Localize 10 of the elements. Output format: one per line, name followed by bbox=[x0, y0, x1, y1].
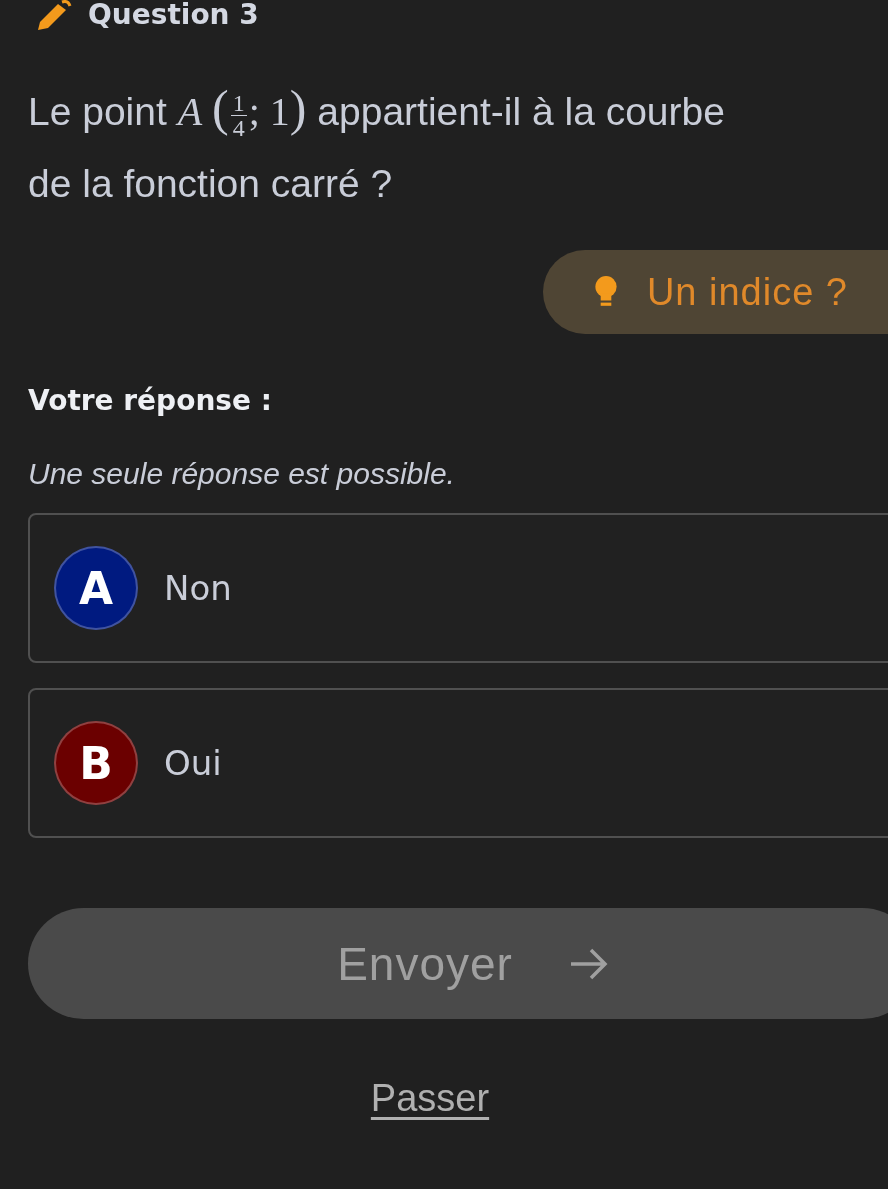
answer-instruction: Une seule réponse est possible. bbox=[28, 457, 456, 491]
answer-option[interactable]: A Non bbox=[28, 513, 888, 663]
arrow-right-icon bbox=[568, 946, 609, 981]
option-letter-badge: A bbox=[54, 546, 138, 630]
lightbulb-icon bbox=[592, 275, 619, 309]
question-title: Question 3 bbox=[88, 0, 259, 30]
answer-option[interactable]: B Oui bbox=[28, 688, 888, 838]
answer-heading: Votre réponse : bbox=[28, 384, 273, 417]
option-letter-badge: B bbox=[54, 721, 138, 805]
skip-link[interactable]: Passer bbox=[370, 1077, 490, 1120]
